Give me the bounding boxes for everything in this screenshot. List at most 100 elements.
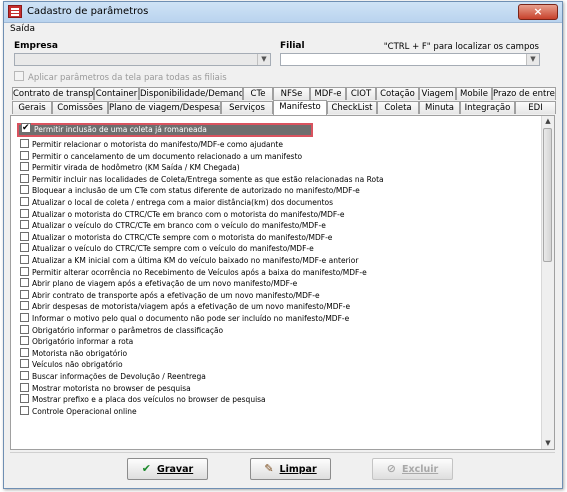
tab-integracao[interactable]: Integração [460,101,515,114]
option-row[interactable]: Atualizar a KM inicial com a última KM d… [20,255,358,266]
option-row[interactable]: Atualizar o motorista do CTRC/CTe em bra… [20,208,345,220]
tab-nfse[interactable]: NFSe [273,87,310,100]
close-button[interactable]: × [518,4,558,20]
checkbox-unchecked[interactable] [20,278,29,288]
tab-prazo-entrega[interactable]: Prazo de entrega [492,87,556,100]
checkbox-unchecked[interactable] [20,150,29,160]
vertical-scrollbar[interactable]: ▲ ▼ [541,116,554,449]
checkbox-unchecked[interactable] [20,208,29,218]
option-content: Permitir o cancelamento de um documento … [20,150,302,161]
checkbox-unchecked[interactable] [20,255,29,264]
option-row[interactable]: Permitir o cancelamento de um documento … [20,150,302,162]
checkbox-unchecked[interactable] [20,162,29,172]
checkbox-unchecked[interactable] [20,139,29,148]
tab-cte[interactable]: CTe [243,87,273,100]
checkbox-checked[interactable] [21,121,31,135]
menu-bar: Saída [4,23,562,37]
checkbox-unchecked[interactable] [20,243,29,253]
gravar-button[interactable]: ✔ Gravar [127,458,208,480]
parametros-window: Cadastro de parâmetros × Saída Empresa ▼… [3,1,563,489]
chevron-down-icon[interactable]: ▼ [526,54,539,65]
checkbox-unchecked[interactable] [20,185,29,195]
empresa-combo[interactable]: ▼ [14,53,271,66]
option-row[interactable]: Permitir virada de hodômetro (KM Saída /… [20,162,240,173]
option-row[interactable]: Veículos não obrigatório [20,359,123,370]
checkbox-unchecked[interactable] [20,371,29,380]
tab-plano-viagem-despesas[interactable]: Plano de viagem/Despesas [108,101,221,114]
option-row[interactable]: Abrir contrato de transporte após a efet… [20,289,320,301]
option-content: Permitir relacionar o motorista do manif… [20,139,283,149]
tab-checklist[interactable]: CheckList [327,101,377,114]
option-row[interactable]: Atualizar o veículo do CTRC/CTe sempre c… [20,243,314,254]
checkbox-unchecked[interactable] [20,405,29,415]
option-content: Obrigatório informar a rota [20,336,134,347]
tab-disponibilidade-demanda[interactable]: Disponibilidade/Demanda [139,87,243,100]
scroll-thumb[interactable] [543,128,552,262]
checkbox-unchecked[interactable] [20,394,29,404]
tab-comissoes[interactable]: Comissões [52,101,108,114]
tab-coleta[interactable]: Coleta [377,101,419,114]
tab-mdfe[interactable]: MDF-e [310,87,346,100]
option-row[interactable]: Abrir plano de viagem após a efetivação … [20,278,297,289]
tab-cotacao[interactable]: Cotação [376,87,419,100]
option-row[interactable]: Motorista não obrigatório [20,347,127,359]
option-row[interactable]: Permitir alterar ocorrência no Recebimen… [20,266,367,278]
checkbox-unchecked[interactable] [20,382,29,392]
checkbox-unchecked[interactable] [20,289,29,299]
tab-container[interactable]: Container [94,87,139,100]
scroll-up-icon[interactable]: ▲ [542,116,554,127]
empresa-label: Empresa [14,41,58,51]
option-row[interactable]: Buscar informações de Devolução / Reentr… [20,371,206,382]
menu-saida[interactable]: Saída [10,24,35,34]
excluir-button[interactable]: ⊘ Excluir [372,458,453,480]
option-row[interactable]: Mostrar motorista no browser de pesquisa [20,382,191,394]
checkbox-unchecked[interactable] [20,324,29,334]
tab-manifesto[interactable]: Manifesto [273,100,327,115]
option-row[interactable]: Atualizar o motorista do CTRC/CTe sempre… [20,231,332,243]
aplicar-todas-filiais-checkbox[interactable]: Aplicar parâmetros da tela para todas as… [14,71,227,83]
option-content: Atualizar o motorista do CTRC/CTe sempre… [20,231,332,242]
limpar-button[interactable]: ✎ Limpar [250,458,331,480]
option-row[interactable]: Mostrar prefixo e a placa dos veículos n… [20,394,266,405]
checkbox-unchecked[interactable] [20,173,29,183]
checkbox-unchecked[interactable] [20,313,29,322]
chevron-down-icon[interactable]: ▼ [257,54,270,65]
option-label: Permitir virada de hodômetro (KM Saída /… [32,163,240,173]
checkbox-unchecked[interactable] [20,359,29,369]
tab-ciot[interactable]: CIOT [346,87,376,100]
option-label: Permitir incluir nas localidades de Cole… [32,174,384,184]
tab-minuta[interactable]: Minuta [419,101,460,114]
aplicar-todas-filiais-label: Aplicar parâmetros da tela para todas as… [28,73,227,83]
tab-servicos[interactable]: Serviços [221,101,273,114]
tab-gerais[interactable]: Gerais [12,101,52,114]
option-row[interactable]: Atualizar o local de coleta / entrega co… [20,197,333,208]
option-label: Buscar informações de Devolução / Reentr… [32,372,206,381]
checkbox-unchecked[interactable] [20,231,29,241]
option-row[interactable]: Informar o motivo pelo qual o documento … [20,313,349,324]
checkbox-unchecked[interactable] [20,266,29,276]
option-row[interactable]: Bloquear a inclusão de um CTe com status… [20,185,360,196]
option-content: Atualizar o veículo do CTRC/CTe em branc… [20,220,326,230]
option-row[interactable]: Abrir despesas de motorista/viagem após … [20,301,350,312]
tab-mobile[interactable]: Mobile [456,87,492,100]
option-label: Obrigatório informar a rota [32,337,134,347]
scroll-down-icon[interactable]: ▼ [542,438,554,449]
checkbox-unchecked[interactable] [20,197,29,206]
option-row[interactable]: Obrigatório informar o parâmetros de cla… [20,324,223,336]
checkbox-unchecked[interactable] [20,347,29,357]
filial-combo[interactable]: ▼ [280,53,540,66]
tab-edi[interactable]: EDI [515,101,556,114]
checkbox-unchecked[interactable] [20,301,29,311]
option-row[interactable]: Permitir relacionar o motorista do manif… [20,139,283,150]
option-row[interactable]: Obrigatório informar a rota [20,336,133,347]
option-row[interactable]: Permitir incluir nas localidades de Cole… [20,173,384,185]
tab-contrato-transporte[interactable]: Contrato de transporte [12,87,94,100]
option-row[interactable]: Atualizar o veículo do CTRC/CTe em branc… [20,220,326,231]
option-row[interactable]: Controle Operacional online [20,405,137,417]
tab-viagem[interactable]: Viagem [419,87,456,100]
options-list: Permitir inclusão de uma coleta já roman… [11,116,543,449]
option-row[interactable]: Permitir inclusão de uma coleta já roman… [17,121,313,137]
checkbox-unchecked[interactable] [20,336,29,346]
option-label: Bloquear a inclusão de um CTe com status… [32,186,360,196]
checkbox-unchecked[interactable] [20,220,29,230]
